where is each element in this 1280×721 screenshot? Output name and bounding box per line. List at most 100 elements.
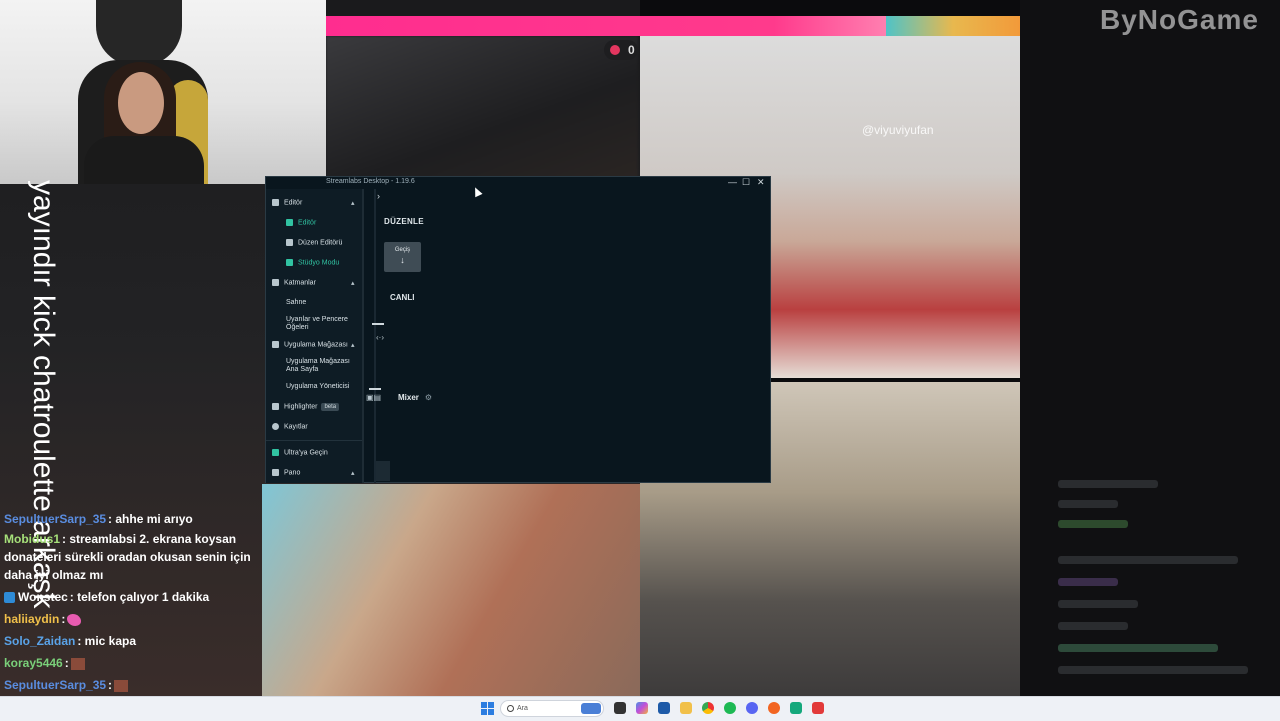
nav-alerts-line2[interactable]: Öğeleri (286, 324, 309, 331)
nav-scene[interactable]: Sahne (286, 299, 306, 306)
live-section-title: CANLI (390, 293, 415, 302)
volume-icon[interactable]: ‹·› (376, 333, 384, 342)
chat-text: : streamlabsi 2. ekrana koysan (62, 532, 237, 546)
close-button[interactable]: ✕ (757, 177, 765, 188)
streamer-webcam (0, 0, 326, 184)
blurred-chat-row (1058, 520, 1128, 528)
mixer-icons[interactable]: ▣▤ (366, 393, 381, 402)
maximize-button[interactable]: ☐ (742, 177, 750, 188)
blurred-chat-row (1058, 500, 1118, 508)
mixer-title: Mixer ⚙ (398, 393, 432, 402)
minimize-button[interactable]: — (728, 177, 737, 188)
search-icon (507, 705, 514, 712)
nav-highlighter-label: Highlighter (284, 403, 318, 411)
nav-app-manager[interactable]: Uygulama Yöneticisi (286, 383, 349, 390)
chat-username: SepultuerSarp_35 (4, 678, 107, 692)
chat-message: SepultuerSarp_35: (4, 678, 129, 692)
nav-editor[interactable]: Editör (272, 199, 302, 206)
editor-icon (272, 199, 279, 206)
nav-studio-mode[interactable]: Stüdyo Modu (286, 259, 339, 266)
blurred-chat-row (1058, 600, 1138, 608)
window-titlebar[interactable]: Streamlabs Desktop - 1.19.6 — ☐ ✕ (266, 177, 770, 188)
arrow-down-icon: ↓ (400, 255, 405, 265)
chat-text: : telefon çalıyor 1 dakika (69, 590, 210, 604)
app-icon-red[interactable] (812, 702, 824, 714)
nav-dashboard-label: Pano (284, 469, 301, 477)
chat-text: : (64, 656, 69, 670)
image-emote-icon (70, 657, 85, 670)
search-highlight-icon (581, 703, 601, 714)
blurred-chat-row (1058, 480, 1158, 488)
ultra-icon (272, 449, 279, 456)
nav-studio-mode-label: Stüdyo Modu (298, 259, 340, 267)
blurred-chat-row (1058, 578, 1118, 586)
image-emote-icon (114, 679, 129, 692)
streamlabs-window: Streamlabs Desktop - 1.19.6 — ☐ ✕ Editör… (265, 176, 771, 483)
channel-watermark: ByNoGame (1100, 4, 1259, 35)
beta-badge: beta (321, 403, 340, 412)
nav-store-home-line1[interactable]: Uygulama Mağazası (286, 358, 350, 365)
streamlabs-icon[interactable] (790, 702, 802, 714)
file-explorer-icon[interactable] (680, 702, 692, 714)
panel-placeholder (376, 461, 390, 481)
dock-handle[interactable] (372, 323, 384, 325)
chat-text: : (108, 678, 113, 692)
nav-dashboard[interactable]: Pano (272, 469, 300, 476)
task-view-icon[interactable] (614, 702, 626, 714)
chevron-up-icon[interactable]: ▴ (351, 341, 355, 349)
nav-layers[interactable]: Katmanlar (272, 279, 316, 286)
blurred-chat-row (1058, 622, 1128, 630)
nav-ultra[interactable]: Ultra'ya Geçin (272, 449, 328, 456)
chevron-right-icon[interactable]: › (377, 191, 380, 201)
nav-editor-sub[interactable]: Editör (286, 219, 316, 226)
chevron-up-icon[interactable]: ▴ (351, 469, 355, 477)
transition-label: Geçiş (394, 247, 411, 253)
windows-taskbar: Ara (0, 696, 1280, 721)
windows-start-icon[interactable] (481, 702, 494, 715)
spotify-icon[interactable] (724, 702, 736, 714)
gear-icon[interactable]: ⚙ (425, 393, 432, 402)
app-icon[interactable] (768, 702, 780, 714)
video-tile-top-left (326, 36, 638, 180)
chat-text: : mic kapa (77, 634, 137, 648)
chat-text: : (61, 612, 66, 626)
lion-logo-icon (96, 0, 182, 66)
taskbar-search[interactable]: Ara (500, 700, 604, 717)
nav-layout-editor-label: Düzen Editörü (298, 239, 343, 247)
chat-username: Mobidus1 (4, 532, 60, 546)
streamer-body (84, 136, 204, 184)
dock-handle[interactable] (369, 388, 381, 390)
highlighter-icon (272, 403, 279, 410)
nav-layers-label: Katmanlar (284, 279, 316, 287)
nav-alerts-line1[interactable]: Uyarılar ve Pencere (286, 316, 348, 323)
chat-username: koray5446 (4, 656, 63, 670)
chat-message-continued: donateleri sürekli oradan okusan senin i… (4, 550, 251, 564)
nav-editor-sub-label: Editör (298, 219, 317, 227)
chevron-up-icon[interactable]: ▴ (351, 199, 355, 207)
stream-color-strip (886, 16, 1020, 36)
nav-recordings[interactable]: Kayıtlar (272, 423, 308, 430)
nav-editor-label: Editör (284, 199, 303, 207)
kick-badge-icon (4, 592, 15, 604)
transition-button[interactable]: Geçiş ↓ (384, 242, 421, 272)
studio-mode-icon (286, 259, 293, 266)
copilot-icon[interactable] (636, 702, 648, 714)
chat-message: haliiaydin: (4, 612, 82, 626)
store-app-icon[interactable] (658, 702, 670, 714)
blurred-chat-row (1058, 666, 1248, 674)
chat-username: haliiaydin (4, 612, 60, 626)
overlay-handle: @viyuviyufan (862, 123, 934, 137)
chevron-up-icon[interactable]: ▴ (351, 279, 355, 287)
mixer-label: Mixer (398, 393, 419, 402)
nav-layout-editor[interactable]: Düzen Editörü (286, 239, 342, 246)
app-sidebar: Editör ▴ Editör Düzen Editörü Stüdyo Mod… (266, 189, 362, 483)
sidebar-resize-handle[interactable] (362, 189, 364, 483)
discord-icon[interactable] (746, 702, 758, 714)
nav-store-home-line2[interactable]: Ana Sayfa (286, 366, 318, 373)
recordings-icon (272, 423, 279, 430)
nav-ultra-label: Ultra'ya Geçin (284, 449, 328, 457)
chat-message: SepultuerSarp_35: ahhe mi arıyo (4, 512, 193, 526)
chrome-icon[interactable] (702, 702, 714, 714)
nav-app-store[interactable]: Uygulama Mağazası (272, 341, 348, 348)
nav-highlighter[interactable]: Highlighter beta (272, 403, 340, 412)
